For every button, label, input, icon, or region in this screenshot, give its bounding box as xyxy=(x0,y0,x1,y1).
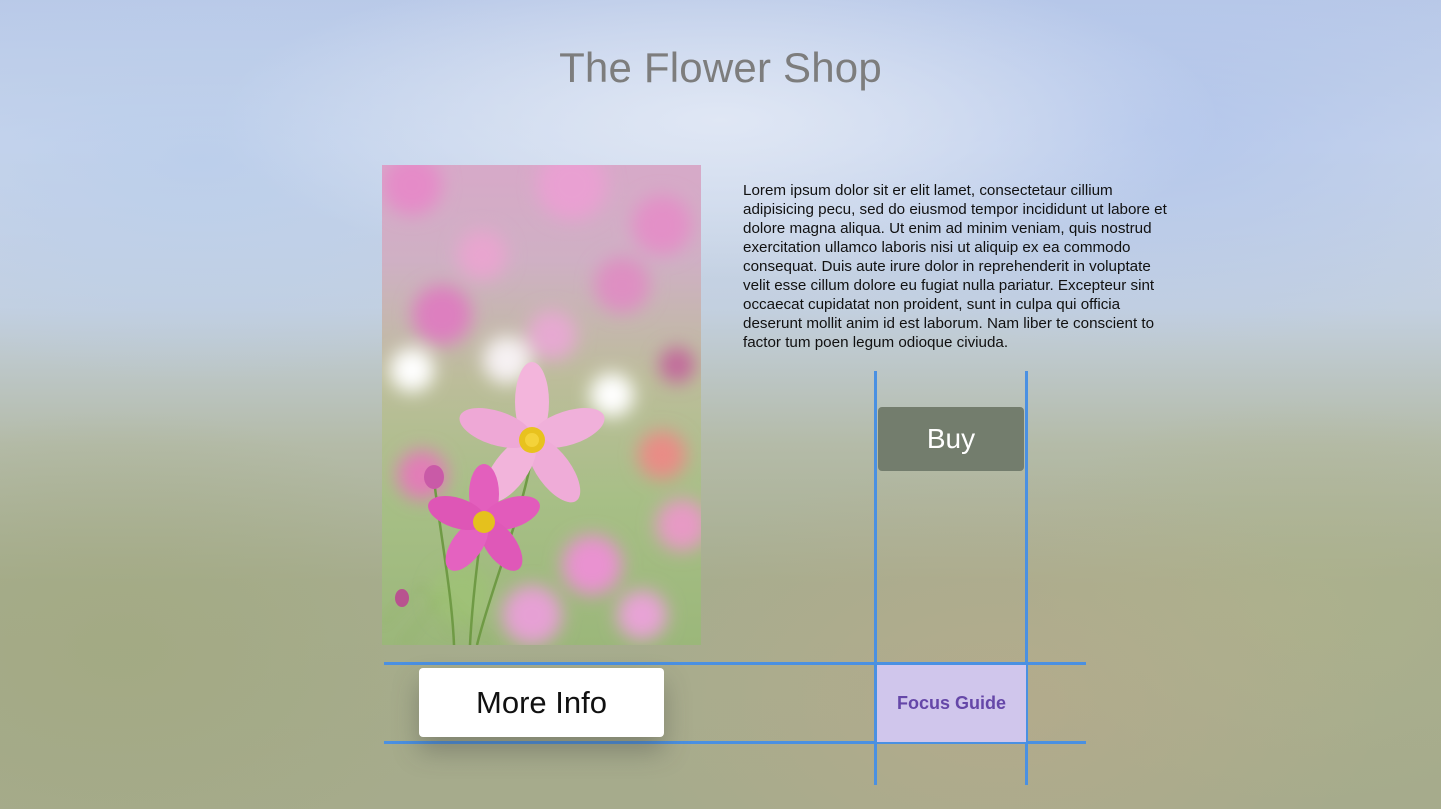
flower-photo xyxy=(382,165,701,645)
flower-photo-graphic xyxy=(382,165,701,645)
more-info-button[interactable]: More Info xyxy=(419,668,664,737)
focus-guide-region: Focus Guide xyxy=(877,665,1026,742)
product-description: Lorem ipsum dolor sit er elit lamet, con… xyxy=(743,182,1167,351)
buy-button[interactable]: Buy xyxy=(878,407,1024,471)
page-title: The Flower Shop xyxy=(559,44,882,91)
